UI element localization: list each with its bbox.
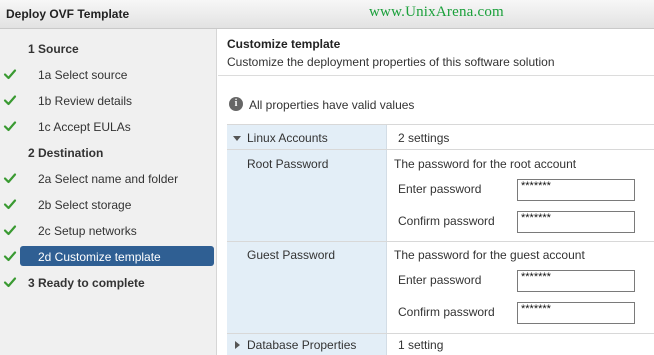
checkmark-icon (3, 173, 17, 184)
collapse-icon[interactable] (233, 136, 241, 141)
title-bar: Deploy OVF Template www.UnixArena.com (0, 0, 654, 29)
guest-confirm-label: Confirm password (398, 305, 495, 319)
guest-password-input[interactable]: ******* (517, 270, 635, 292)
window-title: Deploy OVF Template (6, 7, 130, 21)
wizard-step-label: 2d Customize template (38, 250, 161, 264)
divider (218, 75, 654, 76)
wizard-step-label: 2a Select name and folder (38, 172, 179, 186)
row-divider (227, 149, 654, 150)
checkmark-icon (3, 251, 17, 262)
root-enter-label: Enter password (398, 182, 482, 196)
wizard-step[interactable]: 2a Select name and folder (0, 168, 217, 190)
wizard-step[interactable]: 3 Ready to complete (0, 272, 217, 294)
wizard-step[interactable]: 1 Source (0, 38, 217, 60)
checkmark-icon (3, 225, 17, 236)
wizard-step[interactable]: 1b Review details (0, 90, 217, 112)
wizard-step-label: 1b Review details (38, 94, 133, 108)
row-divider (227, 333, 654, 334)
group-linux-summary: 2 settings (398, 131, 450, 145)
guest-confirm-input[interactable]: ******* (517, 302, 635, 324)
root-confirm-label: Confirm password (398, 214, 495, 228)
guest-password-label: Guest Password (247, 248, 336, 262)
main-panel: Customize template Customize the deploym… (218, 29, 654, 355)
checkmark-icon (3, 277, 17, 288)
wizard-step-label: 1a Select source (38, 68, 128, 82)
wizard-step-label: 1 Source (28, 42, 79, 56)
page-title: Customize template (227, 37, 341, 51)
checkmark-icon (3, 69, 17, 80)
wizard-step[interactable]: 2b Select storage (0, 194, 217, 216)
wizard-step[interactable]: 2c Setup networks (0, 220, 217, 242)
wizard-step[interactable]: 1c Accept EULAs (0, 116, 217, 138)
wizard-steps-sidebar: 1 Source 1a Select source 1b Review detail… (0, 29, 217, 355)
row-divider (227, 241, 654, 242)
wizard-step[interactable]: 2 Destination (0, 142, 217, 164)
checkmark-icon (3, 121, 17, 132)
group-database-properties[interactable]: Database Properties (247, 338, 356, 352)
root-password-label: Root Password (247, 157, 329, 171)
properties-grid: Linux Accounts 2 settings Root Password … (227, 124, 654, 355)
root-confirm-input[interactable]: ******* (517, 211, 635, 233)
checkmark-icon (3, 95, 17, 106)
validation-status: All properties have valid values (249, 98, 415, 112)
checkmark-icon (3, 199, 17, 210)
wizard-step[interactable]: 2d Customize template (0, 246, 217, 268)
wizard-step-label: 2c Setup networks (38, 224, 137, 238)
wizard-step[interactable]: 1a Select source (0, 64, 217, 86)
group-linux-accounts[interactable]: Linux Accounts (247, 131, 328, 145)
watermark: www.UnixArena.com (369, 4, 504, 20)
root-password-description: The password for the root account (394, 157, 577, 171)
group-database-summary: 1 setting (398, 338, 444, 352)
wizard-step-label: 3 Ready to complete (28, 276, 145, 290)
expand-icon[interactable] (235, 341, 240, 349)
info-icon: i (229, 97, 243, 111)
wizard-step-label: 2b Select storage (38, 198, 132, 212)
wizard-step-label: 1c Accept EULAs (38, 120, 131, 134)
guest-password-description: The password for the guest account (394, 248, 585, 262)
root-password-input[interactable]: ******* (517, 179, 635, 201)
guest-enter-label: Enter password (398, 273, 482, 287)
page-subtitle: Customize the deployment properties of t… (227, 55, 555, 69)
wizard-step-label: 2 Destination (28, 146, 104, 160)
